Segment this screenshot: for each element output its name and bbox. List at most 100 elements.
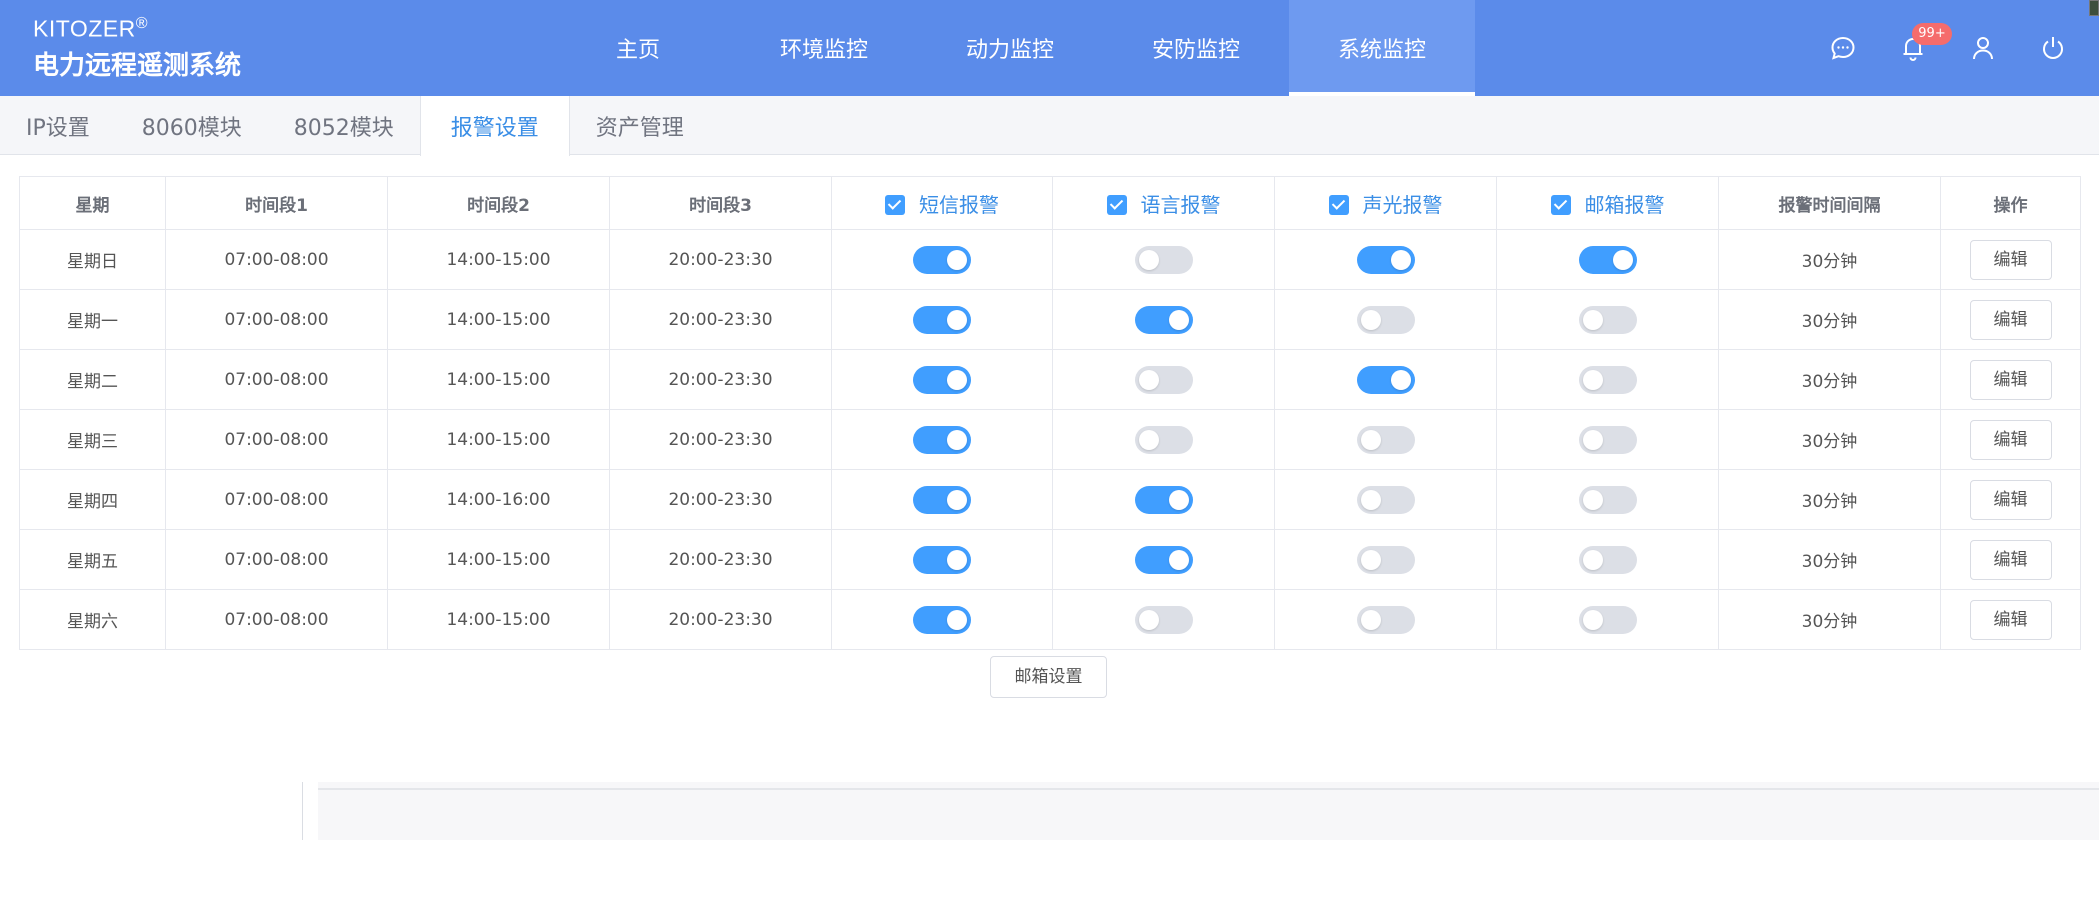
edit-button[interactable]: 编辑 — [1969, 419, 2052, 460]
edit-button[interactable]: 编辑 — [1969, 479, 2052, 520]
cell-action: 编辑 — [1940, 589, 2081, 650]
voice-alarm-toggle[interactable] — [1134, 245, 1193, 274]
voice-alarm-toggle[interactable] — [1134, 485, 1193, 514]
cell-day: 星期一 — [19, 289, 166, 350]
system-title: 电力远程遥测系统 — [33, 50, 242, 81]
email-alarm-toggle[interactable] — [1578, 485, 1637, 514]
cell-slot1: 07:00-08:00 — [165, 469, 388, 530]
cell-slot3: 20:00-23:30 — [609, 409, 832, 470]
sms-alarm-toggle[interactable] — [913, 605, 971, 634]
bottom-panel — [318, 782, 2099, 840]
brand-reg: ® — [135, 15, 149, 32]
cell-slot3: 20:00-23:30 — [609, 529, 832, 590]
cell-light — [1274, 469, 1497, 530]
voice-alarm-toggle[interactable] — [1134, 425, 1193, 454]
cell-email — [1496, 589, 1719, 650]
sms-alarm-toggle[interactable] — [913, 245, 971, 274]
table-row: 星期日 07:00-08:00 14:00-15:00 20:00-23:30 30分钟… — [19, 229, 2081, 290]
cell-sms — [831, 229, 1053, 290]
tab-ip-settings[interactable]: IP设置 — [0, 96, 116, 155]
sms-alarm-toggle[interactable] — [913, 485, 971, 514]
cell-interval: 30分钟 — [1718, 409, 1941, 470]
cell-email — [1496, 409, 1719, 470]
sms-all-checkbox[interactable] — [885, 194, 905, 215]
cell-email — [1496, 349, 1719, 410]
sms-alarm-toggle[interactable] — [913, 425, 971, 454]
cell-light — [1274, 529, 1497, 590]
cell-email — [1496, 229, 1719, 290]
cell-slot1: 07:00-08:00 — [165, 289, 388, 350]
cell-light — [1274, 289, 1497, 350]
email-alarm-toggle[interactable] — [1578, 305, 1637, 334]
cell-light — [1274, 349, 1497, 410]
email-settings-button[interactable]: 邮箱设置 — [990, 656, 1107, 698]
panel-divider — [302, 782, 303, 840]
cell-sms — [831, 469, 1053, 530]
cell-action: 编辑 — [1940, 289, 2081, 350]
cell-slot1: 07:00-08:00 — [165, 349, 388, 410]
header-sms: 短信报警 — [831, 176, 1053, 230]
table-row: 星期六 07:00-08:00 14:00-15:00 20:00-23:30 30分钟… — [19, 589, 2081, 650]
cell-day: 星期日 — [19, 229, 166, 290]
voice-alarm-toggle[interactable] — [1134, 605, 1193, 634]
cell-email — [1496, 469, 1719, 530]
nav-system[interactable]: 系统监控 — [1289, 0, 1475, 96]
voice-all-checkbox[interactable] — [1106, 194, 1127, 215]
email-all-checkbox[interactable] — [1550, 194, 1571, 215]
header-light: 声光报警 — [1274, 176, 1497, 230]
cell-action: 编辑 — [1940, 469, 2081, 530]
table-row: 星期二 07:00-08:00 14:00-15:00 20:00-23:30 30分钟… — [19, 349, 2081, 410]
tab-asset-management[interactable]: 资产管理 — [570, 96, 710, 155]
sms-alarm-toggle[interactable] — [913, 305, 971, 334]
user-icon[interactable] — [1968, 33, 1998, 63]
main-nav: 主页 环境监控 动力监控 安防监控 系统监控 — [545, 0, 1475, 96]
voice-alarm-toggle[interactable] — [1134, 305, 1193, 334]
table-body: 星期日 07:00-08:00 14:00-15:00 20:00-23:30 30分钟… — [19, 229, 2081, 650]
light-alarm-toggle[interactable] — [1356, 605, 1415, 634]
tab-8060-module[interactable]: 8060模块 — [116, 96, 268, 155]
cell-light — [1274, 409, 1497, 470]
cell-sms — [831, 409, 1053, 470]
tab-8052-module[interactable]: 8052模块 — [268, 96, 420, 155]
edit-button[interactable]: 编辑 — [1969, 359, 2052, 400]
nav-security[interactable]: 安防监控 — [1103, 0, 1289, 96]
light-alarm-toggle[interactable] — [1356, 425, 1415, 454]
power-icon[interactable] — [2038, 33, 2068, 63]
cell-slot2: 14:00-15:00 — [387, 409, 610, 470]
cell-voice — [1052, 229, 1275, 290]
email-alarm-toggle[interactable] — [1578, 545, 1637, 574]
sms-alarm-toggle[interactable] — [913, 545, 971, 574]
sms-alarm-toggle[interactable] — [913, 365, 971, 394]
cell-action: 编辑 — [1940, 349, 2081, 410]
cell-voice — [1052, 529, 1275, 590]
edit-button[interactable]: 编辑 — [1969, 299, 2052, 340]
cell-voice — [1052, 469, 1275, 530]
voice-alarm-toggle[interactable] — [1134, 365, 1193, 394]
edit-button[interactable]: 编辑 — [1969, 539, 2052, 580]
email-alarm-toggle[interactable] — [1578, 605, 1637, 634]
nav-environment[interactable]: 环境监控 — [731, 0, 917, 96]
table-row: 星期五 07:00-08:00 14:00-15:00 20:00-23:30 30分钟… — [19, 529, 2081, 590]
nav-power[interactable]: 动力监控 — [917, 0, 1103, 96]
cell-slot1: 07:00-08:00 — [165, 589, 388, 650]
top-header: KITOZER® 电力远程遥测系统 主页 环境监控 动力监控 安防监控 系统监控… — [0, 0, 2099, 96]
chat-icon[interactable] — [1828, 33, 1858, 63]
cell-sms — [831, 529, 1053, 590]
tab-alarm-settings[interactable]: 报警设置 — [419, 96, 570, 156]
cell-light — [1274, 589, 1497, 650]
voice-alarm-toggle[interactable] — [1134, 545, 1193, 574]
email-alarm-toggle[interactable] — [1578, 245, 1637, 274]
light-alarm-toggle[interactable] — [1356, 305, 1415, 334]
edit-button[interactable]: 编辑 — [1969, 239, 2052, 280]
cell-slot2: 14:00-16:00 — [387, 469, 610, 530]
light-alarm-toggle[interactable] — [1356, 245, 1415, 274]
email-alarm-toggle[interactable] — [1578, 425, 1637, 454]
light-alarm-toggle[interactable] — [1356, 485, 1415, 514]
light-all-checkbox[interactable] — [1328, 194, 1349, 215]
email-alarm-toggle[interactable] — [1578, 365, 1637, 394]
light-alarm-toggle[interactable] — [1356, 545, 1415, 574]
cell-action: 编辑 — [1940, 529, 2081, 590]
nav-home[interactable]: 主页 — [545, 0, 731, 96]
edit-button[interactable]: 编辑 — [1969, 599, 2052, 640]
light-alarm-toggle[interactable] — [1356, 365, 1415, 394]
